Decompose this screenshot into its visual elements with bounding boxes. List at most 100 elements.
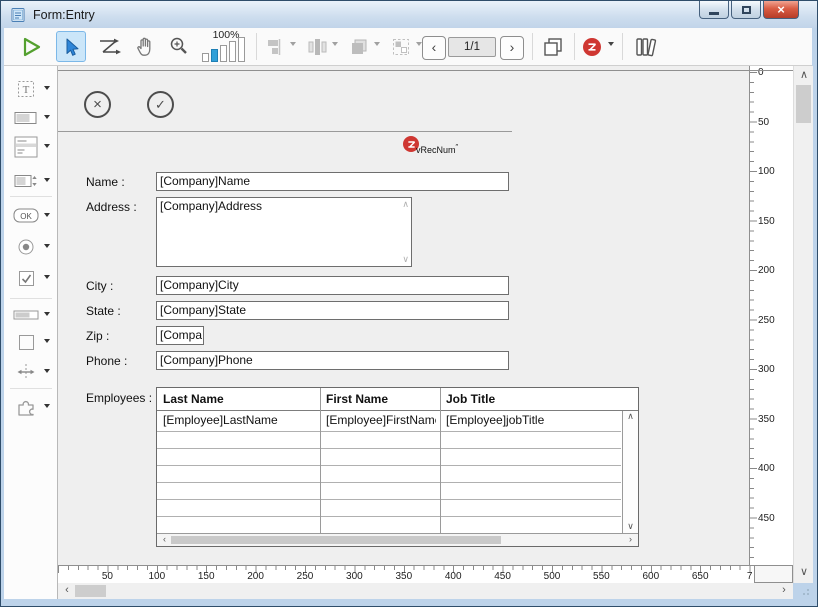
table-horizontal-scrollbar[interactable]: ‹ › [157, 533, 638, 546]
zoom-bar-5[interactable] [238, 37, 245, 62]
splitter-tool-button[interactable] [10, 360, 56, 384]
scroll-right-icon[interactable]: › [624, 534, 637, 546]
progress-indicator-tool-dropdown[interactable] [44, 312, 50, 319]
layer-dropdown[interactable] [374, 42, 380, 49]
progress-indicator-tool-button[interactable] [10, 303, 56, 327]
phone-label: Phone : [86, 354, 127, 368]
align-dropdown[interactable] [290, 42, 296, 49]
scroll-up-icon[interactable]: ∧ [624, 411, 637, 423]
resize-grip[interactable] [793, 583, 813, 599]
column-header-last-name[interactable]: Last Name [163, 392, 315, 406]
scrollbar-thumb[interactable] [171, 536, 501, 544]
scroll-left-icon[interactable]: ‹ [158, 534, 171, 546]
selection-tool-button[interactable] [56, 31, 86, 62]
h-ruler-label: 450 [494, 571, 511, 582]
accept-button-object[interactable]: ✓ [147, 91, 174, 118]
phone-field-object[interactable]: [Company]Phone [156, 351, 509, 370]
next-page-button[interactable]: › [500, 36, 524, 60]
check-box-tool-dropdown[interactable] [44, 275, 50, 282]
distribute-button[interactable] [304, 31, 330, 62]
zip-field-object[interactable]: [Compa [156, 326, 204, 345]
accept-icon: ✓ [155, 97, 166, 113]
vertical-scrollbar[interactable]: ∧ ∨ [793, 66, 813, 583]
plugin-area-tool-dropdown[interactable] [44, 404, 50, 411]
zoom-level-widget[interactable]: 100% [200, 29, 252, 65]
scroll-up-icon[interactable]: ∧ [402, 199, 409, 210]
field-tool-button[interactable] [10, 106, 56, 130]
dynamic-object-button[interactable] [580, 31, 604, 62]
combo-box-tool-dropdown[interactable] [44, 178, 50, 185]
hand-tool-button[interactable] [130, 31, 160, 62]
zoom-bar-2-active[interactable] [211, 49, 218, 62]
radio-button-tool-dropdown[interactable] [44, 244, 50, 251]
titlebar[interactable]: Form:Entry × [1, 1, 817, 28]
minimize-button[interactable] [699, 1, 729, 19]
group-button[interactable] [388, 31, 414, 62]
horizontal-scrollbar[interactable]: ‹ › [58, 583, 793, 599]
toolbar-separator [256, 33, 257, 60]
scroll-down-icon[interactable]: ∨ [796, 565, 812, 581]
button-tool-dropdown[interactable] [44, 213, 50, 220]
tool-strip-separator [10, 298, 52, 299]
zoom-tool-button[interactable] [164, 31, 194, 62]
svg-text:OK: OK [20, 212, 32, 221]
table-vertical-scrollbar[interactable]: ∧ ∨ [622, 411, 638, 533]
cancel-button-object[interactable]: × [84, 91, 111, 118]
maximize-button[interactable] [731, 1, 761, 19]
text-tool-button[interactable]: T [10, 77, 56, 101]
splitter-tool-dropdown[interactable] [44, 369, 50, 376]
scroll-right-icon[interactable]: › [776, 583, 792, 599]
button-tool-button[interactable]: OK [10, 204, 56, 228]
run-form-button[interactable] [16, 31, 46, 62]
combo-box-tool-icon [10, 174, 42, 188]
zoom-bar-1[interactable] [202, 53, 209, 62]
text-tool-dropdown[interactable] [44, 86, 50, 93]
dynamic-object-icon [583, 38, 601, 56]
state-field-object[interactable]: [Company]State [156, 301, 509, 320]
column-divider[interactable] [320, 388, 321, 533]
previous-page-button[interactable]: ‹ [422, 36, 446, 60]
scrollbar-thumb[interactable] [75, 585, 106, 597]
rectangle-tool-button[interactable] [10, 330, 56, 354]
list-box-tool-button[interactable] [10, 135, 56, 159]
field-tool-icon [10, 111, 42, 125]
form-pages-button[interactable] [538, 31, 568, 62]
minimize-icon [709, 12, 719, 15]
name-field-object[interactable]: [Company]Name [156, 172, 509, 191]
distribute-dropdown[interactable] [332, 42, 338, 49]
city-field-object[interactable]: [Company]City [156, 276, 509, 295]
scroll-left-icon[interactable]: ‹ [59, 583, 75, 599]
align-button[interactable] [262, 31, 288, 62]
zoom-bar-3[interactable] [220, 45, 227, 62]
maximize-icon [742, 6, 751, 14]
scroll-down-icon[interactable]: ∨ [402, 254, 409, 265]
h-ruler-label: 300 [346, 571, 363, 582]
column-header-first-name[interactable]: First Name [326, 392, 436, 406]
list-box-tool-dropdown[interactable] [44, 144, 50, 151]
radio-button-tool-button[interactable] [10, 235, 56, 259]
h-ruler-label: 350 [395, 571, 412, 582]
library-button[interactable] [630, 31, 664, 62]
address-field-object[interactable]: [Company]Address ∧ ∨ [156, 197, 412, 267]
layer-button[interactable] [346, 31, 372, 62]
employees-list-box-object[interactable]: Last Name First Name Job Title [Employee… [156, 387, 639, 547]
close-button[interactable]: × [763, 1, 799, 19]
plugin-area-tool-button[interactable] [10, 395, 56, 419]
check-box-tool-button[interactable] [10, 266, 56, 290]
v-ruler-label: 350 [758, 415, 775, 425]
zoom-bar-4[interactable] [229, 41, 236, 62]
scroll-down-icon[interactable]: ∨ [624, 521, 637, 533]
rectangle-tool-dropdown[interactable] [44, 339, 50, 346]
scroll-up-icon[interactable]: ∧ [796, 68, 812, 84]
entry-order-tool-button[interactable] [94, 31, 124, 62]
combo-box-tool-button[interactable] [10, 169, 56, 193]
cell-job-title: [Employee]jobTitle [446, 413, 616, 427]
column-divider[interactable] [440, 388, 441, 533]
scrollbar-thumb[interactable] [796, 85, 811, 123]
field-tool-dropdown[interactable] [44, 115, 50, 122]
recnum-variable-object[interactable]: vRecNum″ [403, 136, 458, 155]
button-tool-icon: OK [10, 208, 42, 224]
dynamic-object-dropdown[interactable] [608, 42, 614, 49]
form-canvas[interactable]: × ✓ vRecNum″ Name : [Company]Name Addres… [58, 66, 749, 565]
column-header-job-title[interactable]: Job Title [446, 392, 616, 406]
